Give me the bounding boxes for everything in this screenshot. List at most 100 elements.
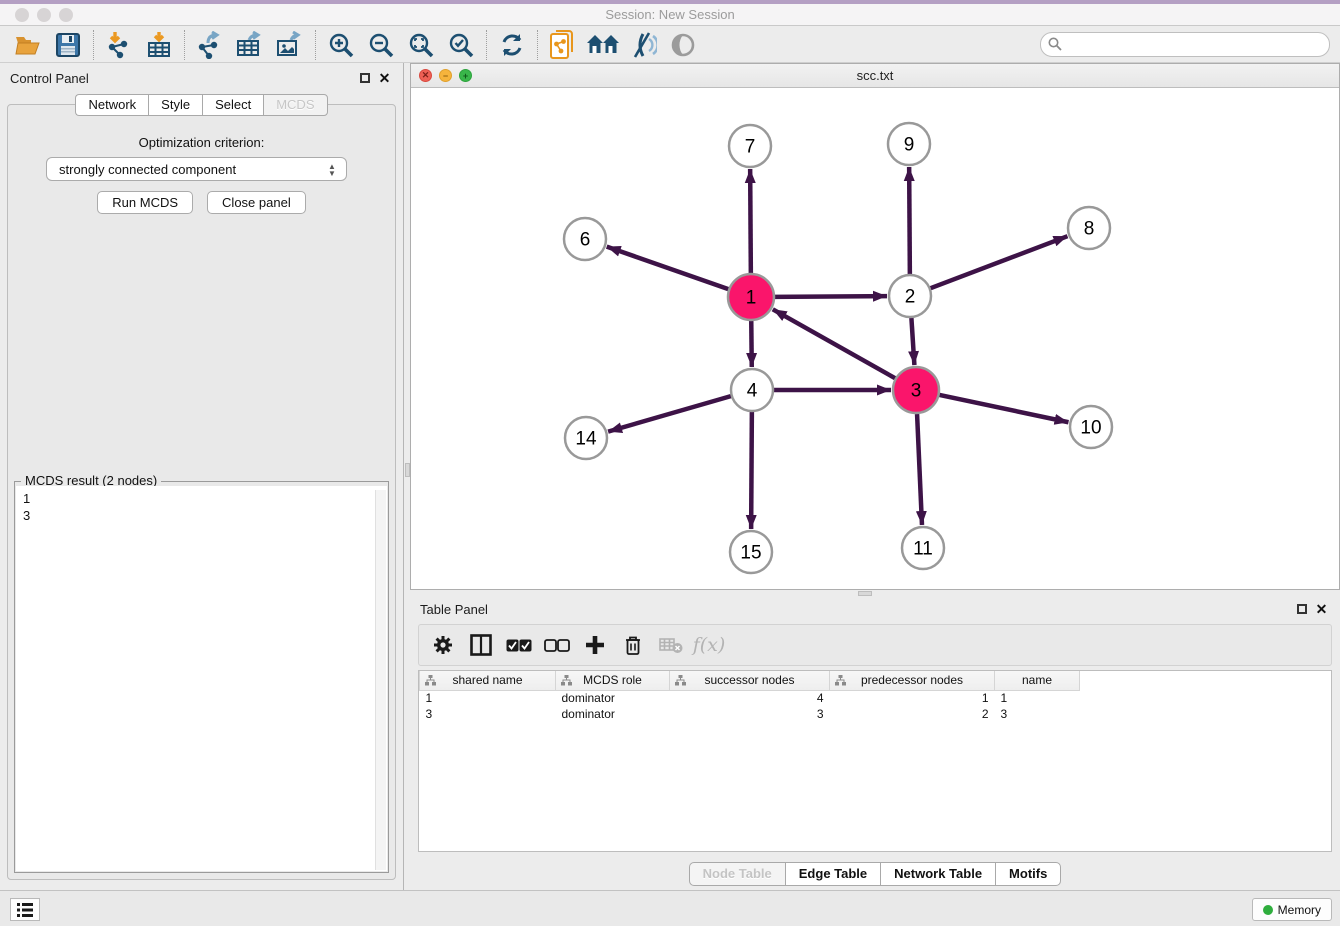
criterion-value: strongly connected component	[59, 162, 236, 177]
graph-edge-4-14[interactable]	[608, 396, 731, 432]
result-line: 3	[23, 507, 387, 524]
tab-network-table[interactable]: Network Table	[880, 862, 995, 886]
memory-status-icon	[1263, 905, 1273, 915]
column-header-successor-nodes[interactable]: successor nodes	[670, 671, 830, 690]
graph-edge-2-9[interactable]	[909, 167, 910, 274]
control-panel-tabs: Network Style Select MCDS	[0, 94, 403, 116]
export-network-icon[interactable]	[190, 29, 230, 61]
close-panel-icon[interactable]: ✕	[378, 71, 391, 84]
hierarchy-icon	[425, 675, 436, 686]
column-header-predecessor-nodes[interactable]: predecessor nodes	[830, 671, 995, 690]
task-list-icon	[17, 903, 33, 917]
toolbar-separator	[486, 30, 487, 60]
status-bar: Memory	[0, 890, 1340, 926]
search-icon	[1048, 37, 1062, 51]
search-input[interactable]	[1040, 32, 1330, 57]
graph-node-label: 3	[911, 381, 922, 402]
tab-style[interactable]: Style	[148, 94, 202, 116]
export-image-icon[interactable]	[270, 29, 310, 61]
close-panel-icon[interactable]: ✕	[1315, 602, 1328, 615]
table-toolbar: f(x)	[418, 624, 1332, 666]
tab-motifs[interactable]: Motifs	[995, 862, 1061, 886]
graph-edge-4-15[interactable]	[751, 412, 752, 529]
result-scrollbar[interactable]	[375, 490, 386, 870]
graph-edge-3-11[interactable]	[917, 414, 922, 525]
add-column-icon[interactable]	[579, 630, 611, 660]
mcds-result-list[interactable]: 1 3	[16, 486, 387, 871]
graph-node-label: 9	[904, 135, 915, 156]
hide-details-icon[interactable]	[623, 29, 663, 61]
graph-node-label: 2	[905, 287, 916, 308]
graph-node-label: 4	[747, 381, 758, 402]
zoom-out-icon[interactable]	[361, 29, 401, 61]
network-graph[interactable]: 7968124314101511	[411, 88, 1339, 589]
float-panel-icon[interactable]	[1295, 602, 1308, 615]
toolbar-separator	[184, 30, 185, 60]
vertical-splitter[interactable]	[403, 63, 410, 890]
home-icon[interactable]	[583, 29, 623, 61]
zoom-selected-icon[interactable]	[441, 29, 481, 61]
graph-edge-2-3[interactable]	[911, 318, 914, 365]
network-window-titlebar[interactable]: ✕ − + scc.txt	[411, 64, 1339, 88]
gear-icon[interactable]	[427, 630, 459, 660]
memory-label: Memory	[1278, 903, 1321, 917]
delete-column-icon[interactable]	[617, 630, 649, 660]
hierarchy-icon	[561, 675, 572, 686]
close-panel-button[interactable]: Close panel	[207, 191, 306, 214]
toolbar-separator	[537, 30, 538, 60]
graph-node-label: 11	[913, 539, 933, 560]
graph-edge-2-8[interactable]	[931, 236, 1068, 288]
tab-select[interactable]: Select	[202, 94, 263, 116]
column-header-name[interactable]: name	[995, 671, 1080, 690]
hierarchy-icon	[675, 675, 686, 686]
select-stepper-icon: ▲▼	[326, 161, 338, 178]
table-panel-title: Table Panel	[420, 602, 488, 617]
graph-edge-3-10[interactable]	[939, 395, 1068, 422]
tab-network[interactable]: Network	[75, 94, 148, 116]
task-history-button[interactable]	[10, 898, 40, 921]
apply-layout-icon[interactable]	[492, 29, 532, 61]
delete-table-icon[interactable]	[655, 630, 687, 660]
graph-node-label: 1	[746, 288, 757, 309]
save-session-icon[interactable]	[48, 29, 88, 61]
toolbar-separator	[93, 30, 94, 60]
hierarchy-icon	[835, 675, 846, 686]
mcds-panel: Optimization criterion: strongly connect…	[7, 104, 396, 880]
graph-node-label: 14	[575, 429, 597, 450]
criterion-select[interactable]: strongly connected component ▲▼	[46, 157, 347, 181]
deselect-all-icon[interactable]	[541, 630, 573, 660]
graph-node-label: 6	[580, 230, 591, 251]
import-network-icon[interactable]	[99, 29, 139, 61]
table-panel: Table Panel ✕ f(x)	[410, 596, 1340, 890]
run-mcds-button[interactable]: Run MCDS	[97, 191, 193, 214]
graph-edge-1-6[interactable]	[607, 247, 729, 289]
open-session-icon[interactable]	[8, 29, 48, 61]
column-header-mcds-role[interactable]: MCDS role	[556, 671, 670, 690]
graph-edge-1-7[interactable]	[750, 169, 751, 273]
network-canvas[interactable]: 7968124314101511	[411, 88, 1339, 589]
import-table-icon[interactable]	[139, 29, 179, 61]
tab-edge-table[interactable]: Edge Table	[785, 862, 880, 886]
float-panel-icon[interactable]	[358, 71, 371, 84]
export-table-icon[interactable]	[230, 29, 270, 61]
zoom-fit-icon[interactable]	[401, 29, 441, 61]
column-header-shared-name[interactable]: shared name	[420, 671, 556, 690]
table-row[interactable]: 1dominator411	[420, 690, 1080, 706]
graph-edge-3-1[interactable]	[773, 309, 895, 378]
table-tabs: Node Table Edge Table Network Table Moti…	[410, 862, 1340, 886]
new-network-icon[interactable]	[543, 29, 583, 61]
memory-button[interactable]: Memory	[1252, 898, 1332, 921]
zoom-in-icon[interactable]	[321, 29, 361, 61]
graph-edge-1-2[interactable]	[775, 296, 887, 297]
function-builder-icon[interactable]: f(x)	[693, 630, 725, 660]
table-row[interactable]: 3dominator323	[420, 706, 1080, 722]
show-details-icon[interactable]	[663, 29, 703, 61]
tab-mcds[interactable]: MCDS	[263, 94, 327, 116]
graph-node-label: 7	[745, 137, 756, 158]
columns-icon[interactable]	[465, 630, 497, 660]
tab-node-table[interactable]: Node Table	[689, 862, 785, 886]
node-table[interactable]: shared name MCDS role successor nodes pr…	[418, 670, 1332, 852]
main-toolbar	[0, 27, 1340, 63]
app-titlebar: Session: New Session	[0, 4, 1340, 26]
select-all-icon[interactable]	[503, 630, 535, 660]
